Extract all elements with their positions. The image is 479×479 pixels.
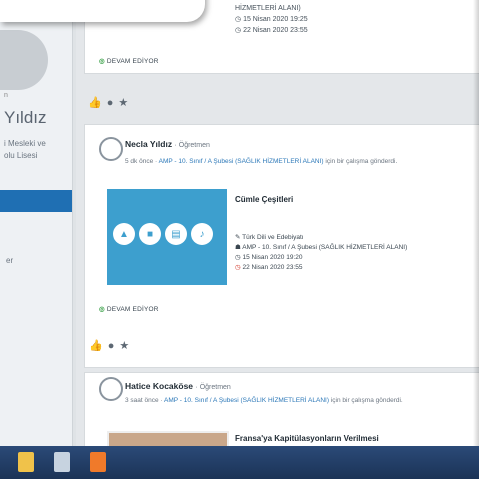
- video-icon: ■: [139, 223, 161, 245]
- sidebar-small-text: n: [4, 92, 8, 99]
- post-action: için bir çalışma gönderdi.: [325, 158, 398, 165]
- avatar: [0, 30, 48, 90]
- screen-edge: [473, 0, 479, 446]
- audio-icon: ♪: [191, 223, 213, 245]
- status-badge: ◎ DEVAM EDİYOR: [99, 305, 159, 313]
- user-avatar-icon: [99, 377, 123, 401]
- post-time: 5 dk önce: [125, 158, 154, 165]
- post-card: Hatice Kocaköse · Öğretmen 3 saat önce ·…: [84, 372, 479, 454]
- author-name[interactable]: Necla Yıldız: [125, 139, 172, 149]
- post-subtitle: 5 dk önce · AMP - 10. Sınıf / A Şubesi (…: [125, 158, 398, 165]
- media-icons: ▲ ■ ▤ ♪: [113, 223, 213, 245]
- status-badge: ◎ DEVAM EDİYOR: [99, 57, 159, 65]
- sidebar-school: i Mesleki ve olu Lisesi: [4, 138, 70, 162]
- post-time: 3 saat önce: [125, 397, 159, 404]
- post-action: için bir çalışma gönderdi.: [330, 397, 403, 404]
- assignment-title[interactable]: Cümle Çeşitleri: [235, 195, 293, 204]
- assignment-title[interactable]: Fransa'ya Kapitülasyonların Verilmesi: [235, 434, 379, 443]
- sidebar-active-item[interactable]: [0, 190, 72, 212]
- assignment-details: ✎ Türk Dili ve Edebiyatı ☗ AMP - 10. Sın…: [235, 233, 407, 273]
- clock-icon: ◷: [235, 27, 244, 34]
- start-row: ◷ 15 Nisan 2020 19:20: [235, 253, 407, 263]
- like-icon[interactable]: 👍: [88, 97, 107, 109]
- class-link[interactable]: AMP - 10. Sınıf / A Şubesi (SAĞLIK HİZME…: [164, 397, 329, 404]
- school-line-2: olu Lisesi: [4, 151, 38, 160]
- media-player-icon[interactable]: [90, 452, 106, 472]
- end-date-text: 22 Nisan 2020 23:55: [242, 264, 303, 271]
- post-details: HİZMETLERİ ALANI) ◷ 15 Nisan 2020 19:25 …: [235, 3, 308, 36]
- profile-sidebar: n Yıldız i Mesleki ve olu Lisesi er: [0, 0, 73, 446]
- assignment-thumbnail[interactable]: ▲ ■ ▤ ♪: [107, 189, 227, 285]
- status-text: DEVAM EDİYOR: [106, 58, 159, 65]
- post-actions: 👍●★: [89, 339, 134, 352]
- sidebar-user-name: Yıldız: [4, 108, 47, 127]
- end-date: ◷ 22 Nisan 2020 23:55: [235, 25, 308, 36]
- status-text: DEVAM EDİYOR: [106, 306, 159, 313]
- post-card: Necla Yıldız · Öğretmen 5 dk önce · AMP …: [84, 124, 479, 368]
- popup-panel: [0, 0, 205, 22]
- comment-icon[interactable]: ●: [108, 340, 120, 352]
- like-icon[interactable]: 👍: [89, 340, 108, 352]
- start-date-text: 15 Nisan 2020 19:20: [242, 254, 303, 261]
- star-icon[interactable]: ★: [119, 340, 134, 352]
- end-row: ◷ 22 Nisan 2020 23:55: [235, 263, 407, 273]
- post-author: Necla Yıldız · Öğretmen: [125, 139, 210, 149]
- post-author: Hatice Kocaköse · Öğretmen: [125, 381, 231, 391]
- end-date-text: 22 Nisan 2020 23:55: [243, 27, 308, 34]
- post-subtitle: 3 saat önce · AMP - 10. Sınıf / A Şubesi…: [125, 397, 403, 404]
- clock-icon: ◷: [235, 16, 244, 23]
- class-detail: HİZMETLERİ ALANI): [235, 5, 301, 12]
- feed: HİZMETLERİ ALANI) ◷ 15 Nisan 2020 19:25 …: [0, 0, 479, 454]
- author-role: · Öğretmen: [195, 384, 231, 391]
- class-text: AMP - 10. Sınıf / A Şubesi (SAĞLIK HİZME…: [242, 244, 408, 251]
- folder-icon[interactable]: [18, 452, 34, 472]
- author-name[interactable]: Hatice Kocaköse: [125, 381, 193, 391]
- status-icon: ◎: [99, 306, 107, 313]
- comment-icon[interactable]: ●: [107, 97, 119, 109]
- subject-row: ✎ Türk Dili ve Edebiyatı: [235, 233, 407, 243]
- computer-icon[interactable]: [54, 452, 70, 472]
- status-icon: ◎: [99, 58, 107, 65]
- user-avatar-icon: [99, 137, 123, 161]
- start-date: ◷ 15 Nisan 2020 19:25: [235, 14, 308, 25]
- post-actions: 👍●★: [88, 96, 133, 109]
- star-icon[interactable]: ★: [118, 97, 133, 109]
- subject-text: Türk Dili ve Edebiyatı: [242, 234, 304, 241]
- author-role: · Öğretmen: [174, 142, 210, 149]
- start-date-text: 15 Nisan 2020 19:25: [243, 16, 308, 23]
- document-icon: ▤: [165, 223, 187, 245]
- class-row: ☗ AMP - 10. Sınıf / A Şubesi (SAĞLIK HİZ…: [235, 243, 407, 253]
- image-icon: ▲: [113, 223, 135, 245]
- taskbar: [0, 446, 479, 479]
- sidebar-menu-item[interactable]: er: [6, 256, 13, 265]
- school-line-1: i Mesleki ve: [4, 139, 46, 148]
- class-link[interactable]: AMP - 10. Sınıf / A Şubesi (SAĞLIK HİZME…: [159, 158, 324, 165]
- browser-screen: n Yıldız i Mesleki ve olu Lisesi er HİZM…: [0, 0, 479, 479]
